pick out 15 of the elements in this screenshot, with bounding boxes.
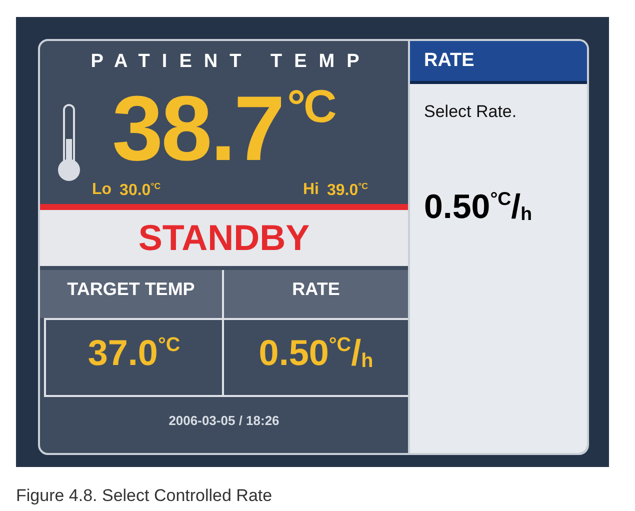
status-text: STANDBY (40, 210, 408, 266)
setting-value[interactable]: 0.50$^{°C}$/$_{h}$ (224, 318, 408, 398)
thermometer-icon (56, 103, 82, 183)
date-time: 2006-03-05 / 18:26 (168, 412, 280, 430)
low-limit-value: 30.0$^{°C}$ (120, 181, 161, 200)
figure-caption: Figure 4.8. Select Controlled Rate (16, 486, 274, 506)
panel-title: PATIENT TEMP (90, 50, 372, 73)
setting-label: TARGET TEMP (40, 270, 224, 318)
prompt-text: Select Rate. (424, 102, 518, 122)
setting-label: RATE (224, 270, 408, 318)
side-panel-title: RATE (410, 41, 587, 84)
low-limit-label: Lo (92, 181, 112, 200)
high-limit-value: 39.0$^{°C}$ (326, 181, 368, 200)
setting-value[interactable]: 37.0$^{°C}$ (44, 318, 224, 398)
high-limit-label: Hi (302, 181, 319, 200)
